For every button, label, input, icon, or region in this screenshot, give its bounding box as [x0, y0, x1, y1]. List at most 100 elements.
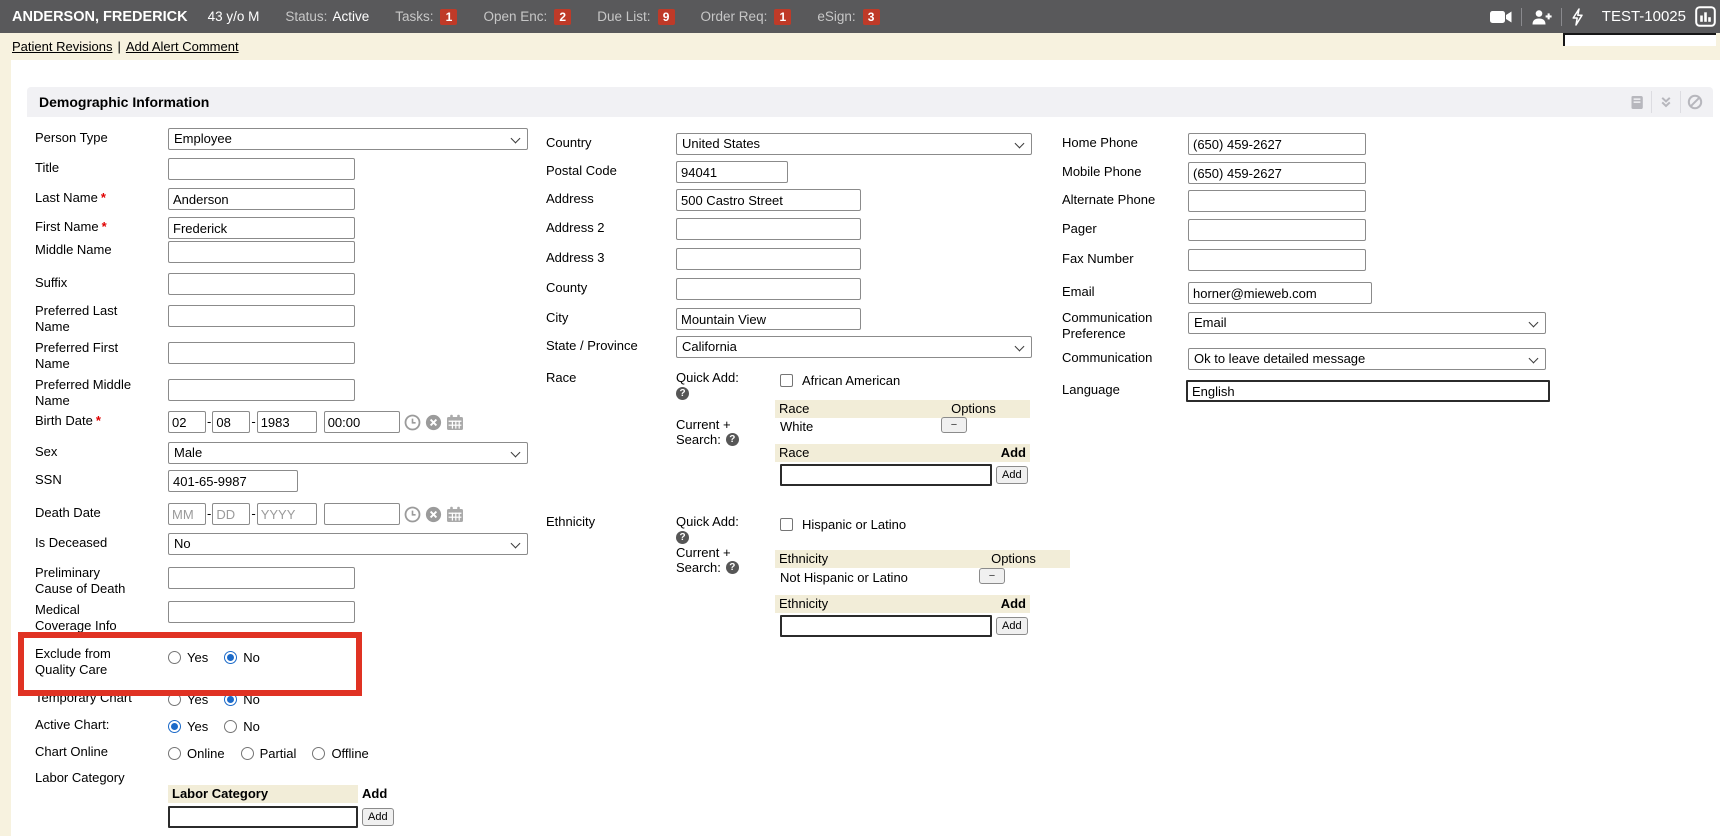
ethnicity-add-input[interactable]	[780, 615, 992, 637]
death-day-input[interactable]	[212, 503, 250, 525]
alternate-phone-input[interactable]	[1188, 190, 1366, 212]
tasks-count-badge[interactable]: 1	[440, 9, 457, 25]
active-chart-yes-radio[interactable]	[168, 720, 181, 733]
city-input[interactable]	[676, 308, 861, 330]
is-deceased-select[interactable]: No	[168, 533, 528, 555]
open-enc-counter[interactable]: Open Enc: 2	[483, 9, 571, 25]
postal-code-input[interactable]	[676, 161, 788, 183]
person-type-select[interactable]: Employee	[168, 128, 528, 150]
ethnicity-current-search-help-icon[interactable]	[726, 561, 739, 574]
order-req-counter[interactable]: Order Req: 1	[701, 9, 792, 25]
medical-coverage-info-input[interactable]	[168, 601, 355, 623]
address-input[interactable]	[676, 189, 861, 211]
death-time-input[interactable]	[324, 503, 400, 525]
birth-time-clock-icon[interactable]	[404, 414, 421, 431]
add-alert-comment-link[interactable]: Add Alert Comment	[126, 39, 239, 54]
labor-category-add-button[interactable]: Add	[362, 808, 394, 826]
exclude-yes-label[interactable]: Yes	[187, 650, 208, 665]
birth-date-calendar-icon[interactable]	[446, 414, 464, 431]
death-month-input[interactable]	[168, 503, 206, 525]
system-id[interactable]: TEST-10025	[1602, 8, 1686, 25]
tasks-label[interactable]: Tasks:	[395, 9, 433, 24]
death-date-calendar-icon[interactable]	[446, 506, 464, 523]
esign-label[interactable]: eSign:	[817, 9, 855, 24]
county-input[interactable]	[676, 278, 861, 300]
ethnicity-add-button[interactable]: Add	[996, 617, 1028, 635]
labor-category-input[interactable]	[168, 806, 358, 828]
ethnicity-remove-button[interactable]	[979, 568, 1005, 584]
email-input[interactable]	[1188, 282, 1372, 304]
chart-menu-icon[interactable]	[1695, 6, 1716, 27]
exclude-yes-radio[interactable]	[168, 651, 181, 664]
exclude-no-radio[interactable]	[224, 651, 237, 664]
esign-counter[interactable]: eSign: 3	[817, 9, 879, 25]
video-call-icon[interactable]	[1490, 10, 1512, 24]
race-add-button[interactable]: Add	[996, 466, 1028, 484]
birth-day-input[interactable]	[212, 411, 250, 433]
language-input[interactable]	[1186, 380, 1550, 402]
patient-revisions-link[interactable]: Patient Revisions	[12, 39, 112, 54]
esign-count-badge[interactable]: 3	[863, 9, 880, 25]
birth-time-input[interactable]	[324, 411, 400, 433]
fax-number-input[interactable]	[1188, 249, 1366, 271]
race-add-input[interactable]	[780, 464, 992, 486]
death-year-input[interactable]	[257, 503, 317, 525]
ethnicity-hispanic-checkbox[interactable]	[780, 518, 793, 531]
birth-month-input[interactable]	[168, 411, 206, 433]
preferred-middle-name-input[interactable]	[168, 379, 355, 401]
chart-online-partial-radio[interactable]	[241, 747, 254, 760]
birth-year-input[interactable]	[257, 411, 317, 433]
state-province-select[interactable]: California	[676, 336, 1032, 358]
chart-online-offline-radio[interactable]	[312, 747, 325, 760]
chart-online-online-radio[interactable]	[168, 747, 181, 760]
active-chart-no-label[interactable]: No	[243, 719, 260, 734]
preferred-last-name-input[interactable]	[168, 305, 355, 327]
due-list-count-badge[interactable]: 9	[658, 9, 675, 25]
temporary-chart-no-radio[interactable]	[224, 693, 237, 706]
temporary-chart-no-label[interactable]: No	[243, 692, 260, 707]
order-req-count-badge[interactable]: 1	[774, 9, 791, 25]
tasks-counter[interactable]: Tasks: 1	[395, 9, 457, 25]
active-chart-yes-label[interactable]: Yes	[187, 719, 208, 734]
home-phone-input[interactable]	[1188, 133, 1366, 155]
death-time-clock-icon[interactable]	[404, 506, 421, 523]
chart-online-online-label[interactable]: Online	[187, 746, 225, 761]
open-enc-label[interactable]: Open Enc:	[483, 9, 547, 24]
communication-select[interactable]: Ok to leave detailed message	[1188, 348, 1546, 370]
add-person-icon[interactable]	[1531, 9, 1552, 25]
race-african-american-checkbox[interactable]	[780, 374, 793, 387]
collapse-chevrons-icon[interactable]	[1652, 87, 1680, 117]
temporary-chart-yes-radio[interactable]	[168, 693, 181, 706]
mobile-phone-input[interactable]	[1188, 162, 1366, 184]
address3-input[interactable]	[676, 248, 861, 270]
ethnicity-hispanic-label[interactable]: Hispanic or Latino	[802, 517, 906, 532]
ssn-input[interactable]	[168, 470, 298, 492]
race-current-search-help-icon[interactable]	[726, 433, 739, 446]
pager-input[interactable]	[1188, 219, 1366, 241]
death-date-clear-icon[interactable]	[425, 506, 442, 523]
race-remove-button[interactable]	[941, 417, 967, 433]
race-quick-add-help-icon[interactable]	[676, 387, 689, 400]
sex-select[interactable]: Male	[168, 442, 528, 464]
chart-online-offline-label[interactable]: Offline	[331, 746, 368, 761]
country-select[interactable]: United States	[676, 133, 1032, 155]
race-african-american-label[interactable]: African American	[802, 373, 900, 388]
due-list-label[interactable]: Due List:	[597, 9, 650, 24]
exclude-no-label[interactable]: No	[243, 650, 260, 665]
lightning-icon[interactable]	[1571, 8, 1584, 26]
order-req-label[interactable]: Order Req:	[701, 9, 768, 24]
title-input[interactable]	[168, 158, 355, 180]
address2-input[interactable]	[676, 218, 861, 240]
preliminary-cause-of-death-input[interactable]	[168, 567, 355, 589]
active-chart-no-radio[interactable]	[224, 720, 237, 733]
suffix-input[interactable]	[168, 273, 355, 295]
due-list-counter[interactable]: Due List: 9	[597, 9, 674, 25]
middle-name-input[interactable]	[168, 241, 355, 263]
open-enc-count-badge[interactable]: 2	[554, 9, 571, 25]
temporary-chart-yes-label[interactable]: Yes	[187, 692, 208, 707]
chart-online-partial-label[interactable]: Partial	[260, 746, 297, 761]
communication-preference-select[interactable]: Email	[1188, 312, 1546, 334]
first-name-input[interactable]	[168, 217, 355, 239]
birth-date-clear-icon[interactable]	[425, 414, 442, 431]
preferred-first-name-input[interactable]	[168, 342, 355, 364]
